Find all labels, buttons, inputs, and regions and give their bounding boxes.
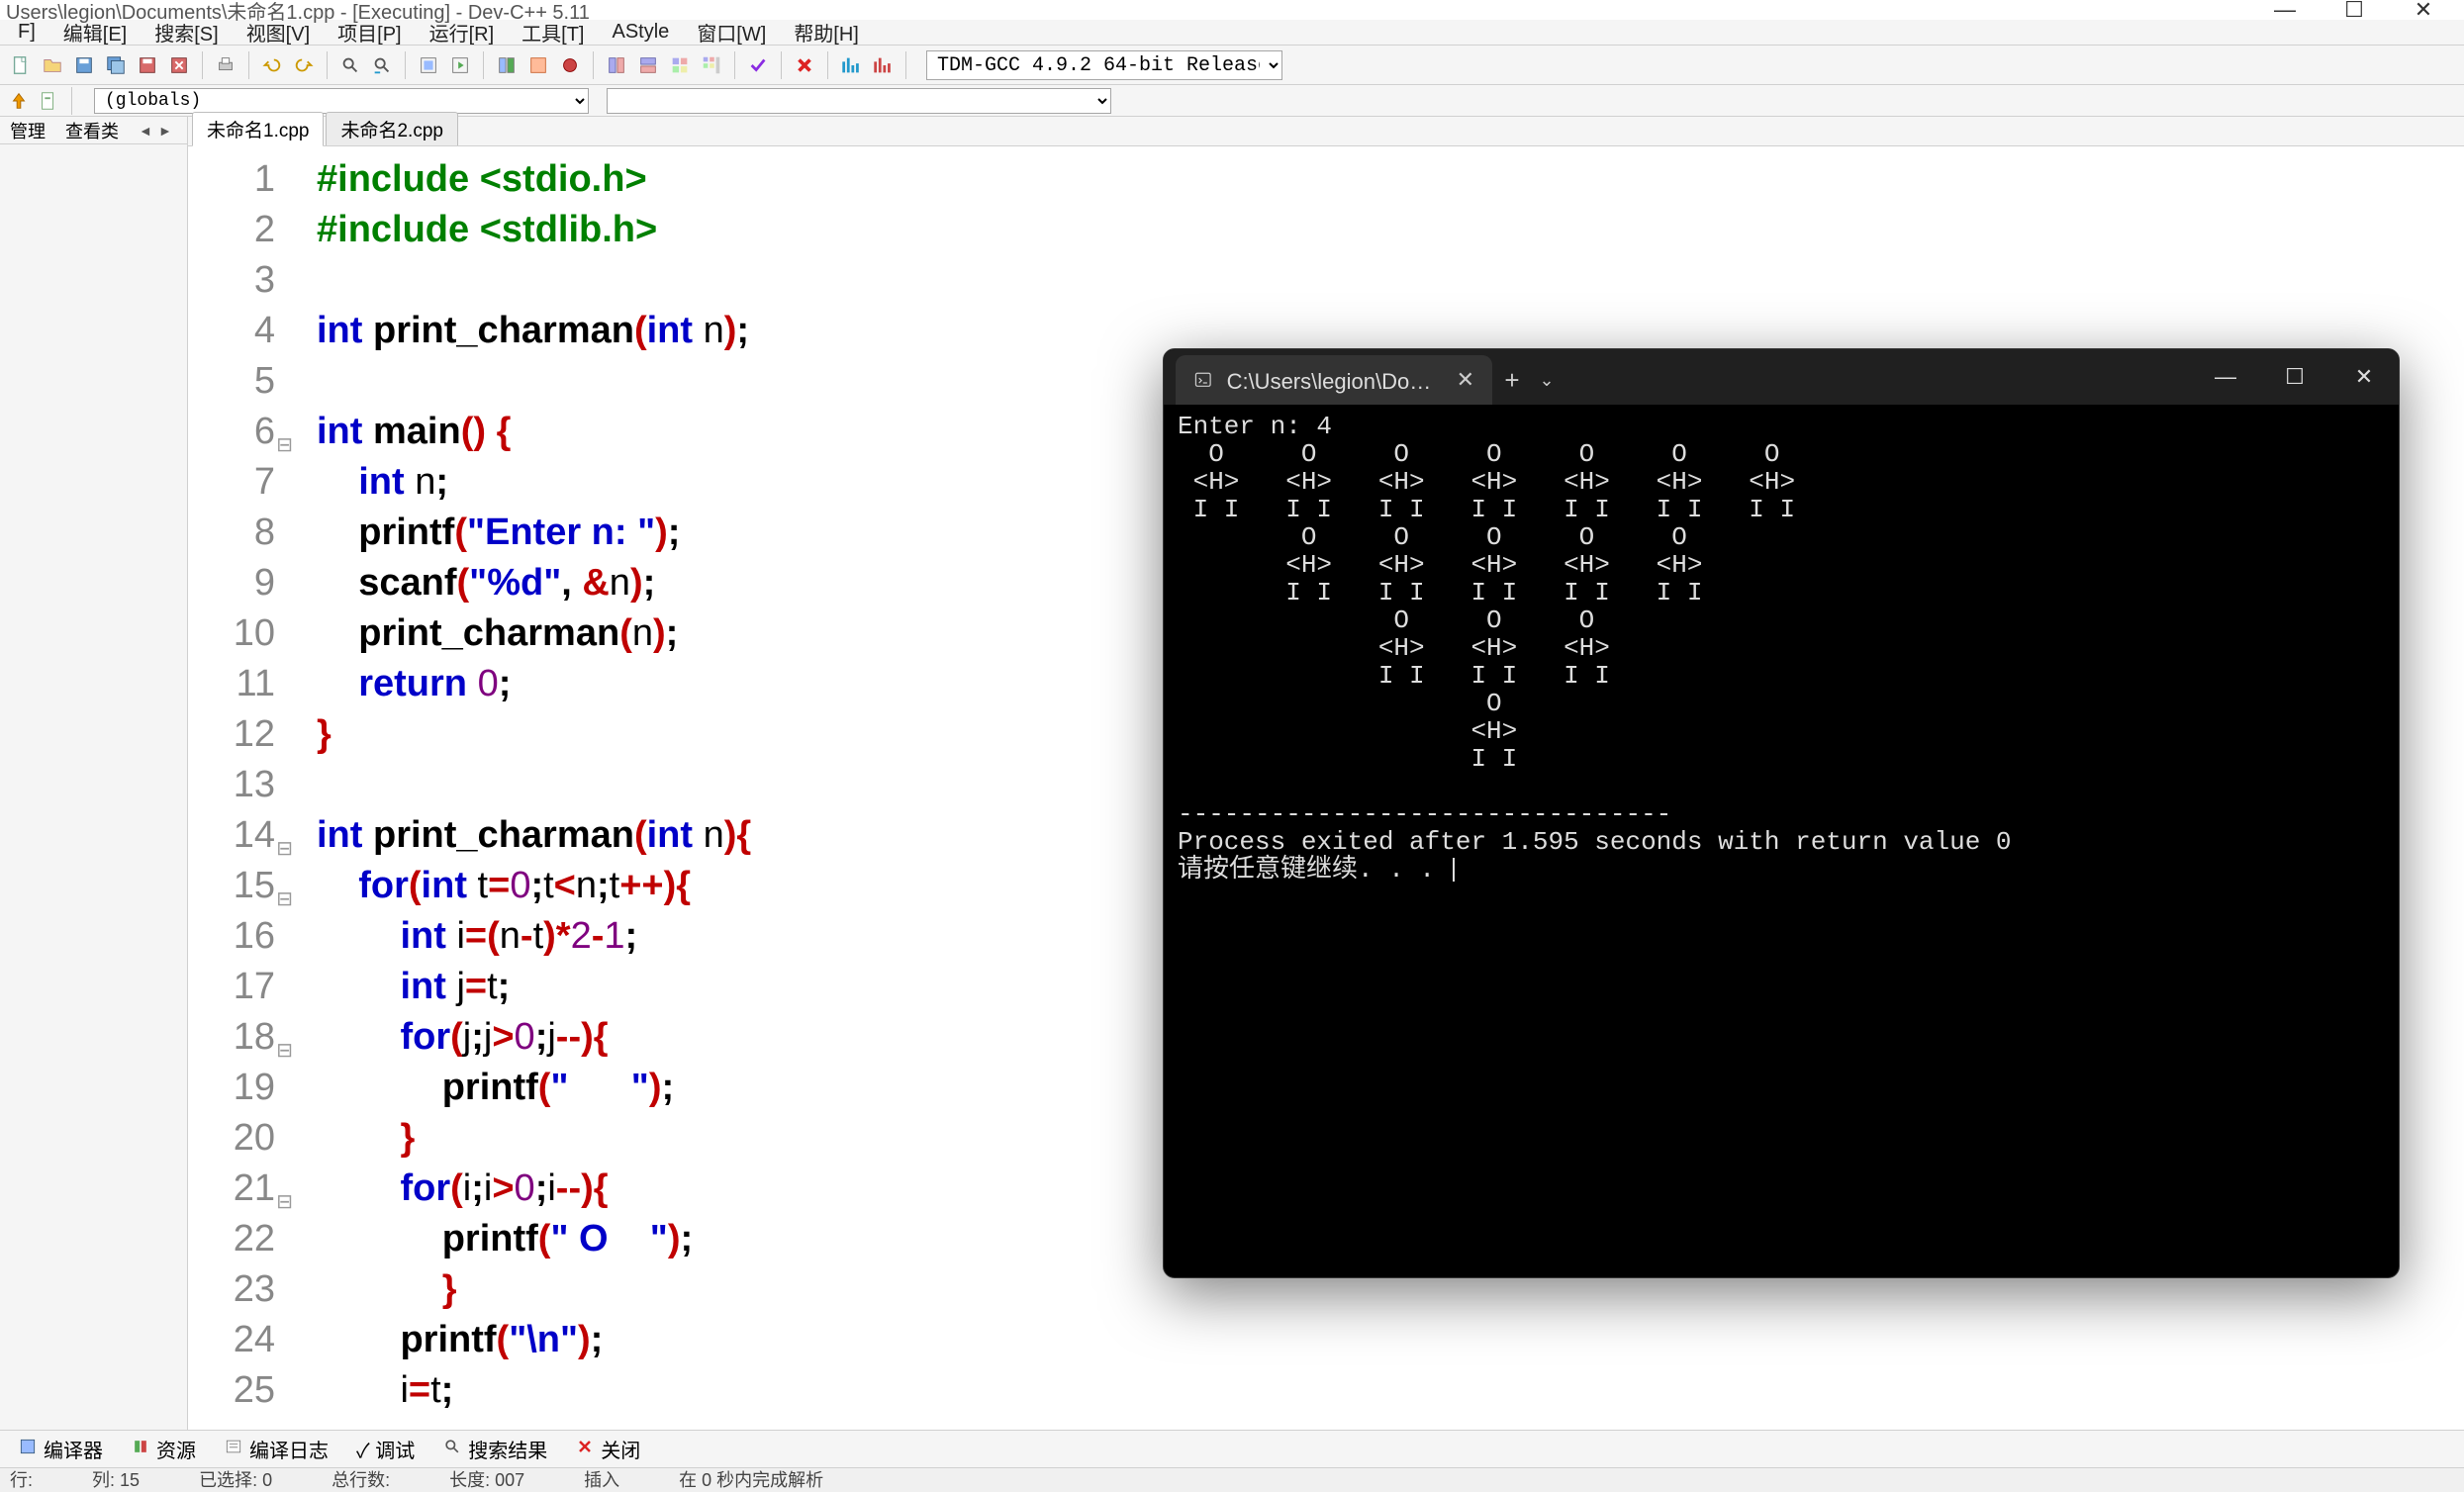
status-row: 行: [10,1466,33,1492]
tab-icon [224,1437,243,1462]
compiler-select[interactable]: TDM-GCC 4.9.2 64-bit Release [926,50,1282,80]
console-tab-menu-icon[interactable]: ⌄ [1532,355,1562,405]
menu-item[interactable]: 工具[T] [508,18,598,47]
side-nav-left-icon[interactable]: ◄ [129,121,148,140]
window-titlebar: Users\legion\Documents\未命名1.cpp - [Execu… [0,0,2464,20]
menu-item[interactable]: AStyle [599,21,684,44]
menu-item[interactable]: 窗口[W] [683,18,780,47]
maximize-button[interactable]: ☐ [2320,0,2389,23]
close-file-icon[interactable] [164,50,194,80]
menu-item[interactable]: 帮助[H] [780,18,873,47]
bookmark-icon[interactable] [36,88,61,114]
profile-icon[interactable] [836,50,866,80]
console-tab-close-icon[interactable]: ✕ [1457,367,1474,393]
fold-icon[interactable]: ⊟ [276,1026,293,1076]
status-col: 列: 15 [92,1466,140,1492]
file-tabstrip: 未命名1.cpp未命名2.cpp [188,117,2464,146]
side-tab-classview[interactable]: 查看类 [55,116,129,145]
redo-icon[interactable] [289,50,319,80]
main-toolbar: TDM-GCC 4.9.2 64-bit Release [0,46,2464,85]
status-total: 总行数: [332,1466,390,1492]
fold-icon[interactable]: ⊟ [276,1177,293,1228]
fold-icon[interactable]: ⊟ [276,875,293,925]
open-file-icon[interactable] [38,50,67,80]
run-icon[interactable] [445,50,475,80]
tab-icon [442,1437,462,1462]
output-tab[interactable]: 关闭 [563,1431,652,1467]
tab-icon [575,1437,595,1462]
grid3-icon[interactable] [665,50,695,80]
menu-item[interactable]: 项目[P] [324,18,415,47]
status-sel: 已选择: 0 [199,1466,272,1492]
output-tabstrip: 编译器资源编译日志✓ 调试搜索结果关闭 [0,1430,2464,1467]
console-window[interactable]: C:\Users\legion\Documents\未 ✕ + ⌄ — ☐ ✕ … [1163,348,2400,1278]
save-as-icon[interactable] [133,50,162,80]
console-tab-title: C:\Users\legion\Documents\未 [1227,364,1435,396]
replace-icon[interactable] [367,50,397,80]
check-icon[interactable] [743,50,773,80]
console-close-button[interactable]: ✕ [2329,349,2399,405]
rebuild-icon[interactable] [523,50,553,80]
output-tab[interactable]: ✓ 调试 [344,1431,426,1467]
output-tab[interactable]: 编译器 [6,1431,115,1467]
stop-icon[interactable] [790,50,819,80]
new-file-icon[interactable] [6,50,36,80]
member-select[interactable] [607,88,1111,114]
minimize-button[interactable]: — [2250,0,2320,23]
fold-icon[interactable]: ⊟ [276,824,293,875]
status-ins: 插入 [584,1466,619,1492]
output-tab[interactable]: 资源 [119,1431,208,1467]
output-tab[interactable]: 搜索结果 [430,1431,559,1467]
menu-item[interactable]: F] [4,21,49,44]
close-button[interactable]: ✕ [2389,0,2458,23]
status-len: 长度: 007 [449,1466,524,1492]
compile-icon[interactable] [414,50,443,80]
save-all-icon[interactable] [101,50,131,80]
save-icon[interactable] [69,50,99,80]
grid2-icon[interactable] [633,50,663,80]
menu-bar: F]编辑[E]搜索[S]视图[V]项目[P]运行[R]工具[T]AStyle窗口… [0,20,2464,46]
side-tab-manage[interactable]: 管理 [0,116,55,145]
console-minimize-button[interactable]: — [2191,349,2260,405]
output-tab[interactable]: 编译日志 [212,1431,340,1467]
fold-icon[interactable]: ⊟ [276,420,293,471]
console-titlebar[interactable]: C:\Users\legion\Documents\未 ✕ + ⌄ — ☐ ✕ [1164,349,2399,405]
grid1-icon[interactable] [602,50,631,80]
status-bar: 行: 列: 15 已选择: 0 总行数: 长度: 007 插入 在 0 秒内完成… [0,1467,2464,1489]
tab-icon [18,1437,38,1462]
undo-icon[interactable] [257,50,287,80]
side-panel: 管理 查看类 ◄ ► [0,117,188,1430]
line-gutter: 123456⊟7891011121314⊟15⊟161718⊟192021⊟22… [188,146,287,1430]
compile-run-icon[interactable] [492,50,521,80]
find-icon[interactable] [335,50,365,80]
menu-item[interactable]: 搜索[S] [141,18,232,47]
print-icon[interactable] [211,50,240,80]
menu-item[interactable]: 视图[V] [233,18,324,47]
globals-select[interactable]: (globals) [94,88,589,114]
side-nav-right-icon[interactable]: ► [148,121,168,140]
file-tab[interactable]: 未命名2.cpp [326,112,457,145]
console-output[interactable]: Enter n: 4 O O O O O O O <H> <H> <H> <H>… [1164,405,2399,1277]
goto-icon[interactable] [6,88,32,114]
tab-icon [131,1437,150,1462]
console-tab[interactable]: C:\Users\legion\Documents\未 ✕ [1176,355,1492,405]
terminal-icon [1193,369,1213,391]
status-done: 在 0 秒内完成解析 [679,1466,823,1492]
grid4-icon[interactable] [697,50,726,80]
file-tab[interactable]: 未命名1.cpp [192,112,324,146]
menu-item[interactable]: 编辑[E] [49,18,141,47]
profile2-icon[interactable] [868,50,898,80]
menu-item[interactable]: 运行[R] [416,18,509,47]
console-new-tab-icon[interactable]: + [1492,355,1532,405]
console-maximize-button[interactable]: ☐ [2260,349,2329,405]
debug-icon[interactable] [555,50,585,80]
